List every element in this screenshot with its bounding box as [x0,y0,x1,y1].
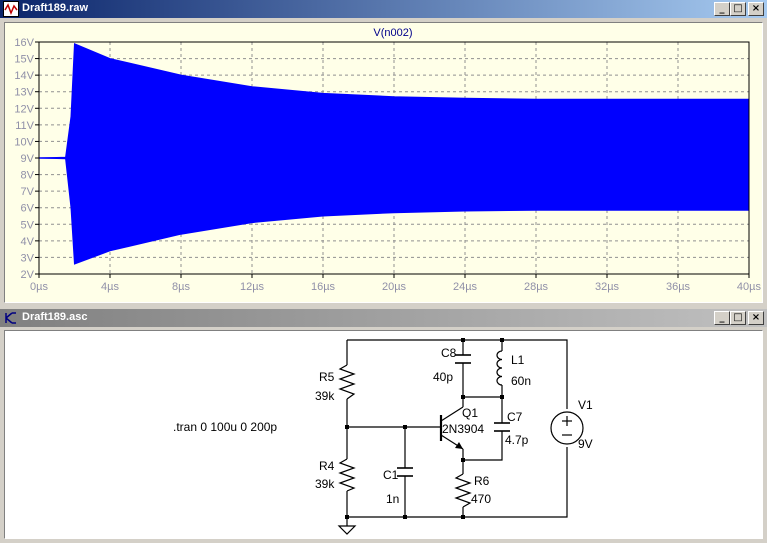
capacitor-c8[interactable] [455,354,471,364]
r6-name[interactable]: R6 [474,474,490,488]
y-tick-label: 6V [21,203,35,215]
capacitor-c7[interactable] [494,422,510,432]
waveform-icon [3,1,19,17]
r4-value[interactable]: 39k [315,477,335,491]
schematic-titlebar[interactable]: Draft189.asc _ □ × [0,309,767,327]
resistor-r5[interactable] [338,364,356,400]
y-tick-label: 11V [15,120,34,132]
schematic-canvas[interactable]: .tran 0 100u 0 200p R5 39k R4 39k C1 1n … [5,331,762,538]
y-tick-label: 10V [14,136,34,148]
y-tick-label: 2V [21,269,35,281]
v1-name[interactable]: V1 [578,398,593,412]
q1-value[interactable]: 2N3904 [442,422,484,436]
x-tick-label: 40µs [737,281,762,293]
wire-bottom-rail [347,447,568,518]
close-button[interactable]: × [748,2,764,16]
trace-layer [38,42,750,265]
schematic-icon [5,312,16,324]
y-tick-label: 16V [14,37,34,49]
trace-envelope [38,42,750,265]
trace-label[interactable]: V(n002) [373,27,412,39]
x-tick-label: 20µs [382,281,407,293]
x-tick-label: 36µs [666,281,691,293]
schematic-window: Draft189.asc _ □ × .tran 0 100u 0 200p R… [0,309,767,541]
c8-name[interactable]: C8 [441,346,457,360]
resistor-r6[interactable] [454,473,472,508]
y-tick-label: 13V [14,87,34,99]
c7-name[interactable]: C7 [507,410,523,424]
maximize-button[interactable]: □ [730,311,746,325]
minimize-button[interactable]: _ [714,2,730,16]
x-tick-label: 12µs [240,281,265,293]
y-tick-label: 8V [21,170,35,182]
directive-label[interactable]: .tran 0 100u 0 200p [173,420,277,434]
x-axis-ticks: 0µs 4µs 8µs 12µs 16µs 20µs 24µs 28µs 32µs 36µs 40µ… [30,274,761,293]
schematic-pane[interactable]: .tran 0 100u 0 200p R5 39k R4 39k C1 1n … [4,330,763,539]
r4-name[interactable]: R4 [319,459,335,473]
y-tick-label: 7V [21,186,35,198]
plot-titlebar[interactable]: Draft189.raw _ □ × [0,0,767,18]
x-tick-label: 24µs [453,281,478,293]
waveform-chart[interactable]: 2V 3V 4V 5V 6V 7V 8V 9V 10V 11V 12V 13V 14V 15V 16V 0µ… [5,23,762,302]
x-tick-label: 4µs [101,281,119,293]
x-tick-label: 0µs [30,281,48,293]
minimize-button[interactable]: _ [714,311,730,325]
v1-value[interactable]: 9V [578,437,593,451]
x-tick-label: 16µs [311,281,336,293]
close-button[interactable]: × [748,311,764,325]
c7-value[interactable]: 4.7p [505,433,529,447]
ground-icon [337,525,357,535]
y-tick-label: 9V [21,153,35,165]
resistor-r4[interactable] [338,458,356,492]
r6-value[interactable]: 470 [471,492,491,506]
schematic-window-title: Draft189.asc [22,311,88,323]
maximize-button[interactable]: □ [730,2,746,16]
q1-name[interactable]: Q1 [462,406,478,420]
y-axis-ticks: 2V 3V 4V 5V 6V 7V 8V 9V 10V 11V 12V 13V 14V 15V 16V [14,37,39,281]
c8-value[interactable]: 40p [433,370,453,384]
plot-pane[interactable]: 2V 3V 4V 5V 6V 7V 8V 9V 10V 11V 12V 13V 14V 15V 16V 0µ… [4,22,763,303]
c1-value[interactable]: 1n [386,492,399,506]
x-tick-label: 32µs [595,281,620,293]
x-tick-label: 8µs [172,281,190,293]
wire-top-rail [347,339,568,409]
r5-name[interactable]: R5 [319,370,335,384]
y-tick-label: 12V [14,103,34,115]
plot-window-title: Draft189.raw [22,2,89,14]
y-tick-label: 3V [21,252,35,264]
capacitor-c1[interactable] [397,467,413,477]
plot-window: Draft189.raw _ □ × 2V 3V 4V 5V 6V 7V 8V 9V 10V 11… [0,0,767,305]
l1-value[interactable]: 60n [511,374,531,388]
x-tick-label: 28µs [524,281,549,293]
c1-name[interactable]: C1 [383,468,399,482]
y-tick-label: 14V [14,70,34,82]
r5-value[interactable]: 39k [315,389,335,403]
y-tick-label: 15V [14,54,34,66]
y-tick-label: 5V [21,219,35,231]
y-tick-label: 4V [21,236,35,248]
inductor-l1[interactable] [496,350,503,386]
l1-name[interactable]: L1 [511,353,525,367]
